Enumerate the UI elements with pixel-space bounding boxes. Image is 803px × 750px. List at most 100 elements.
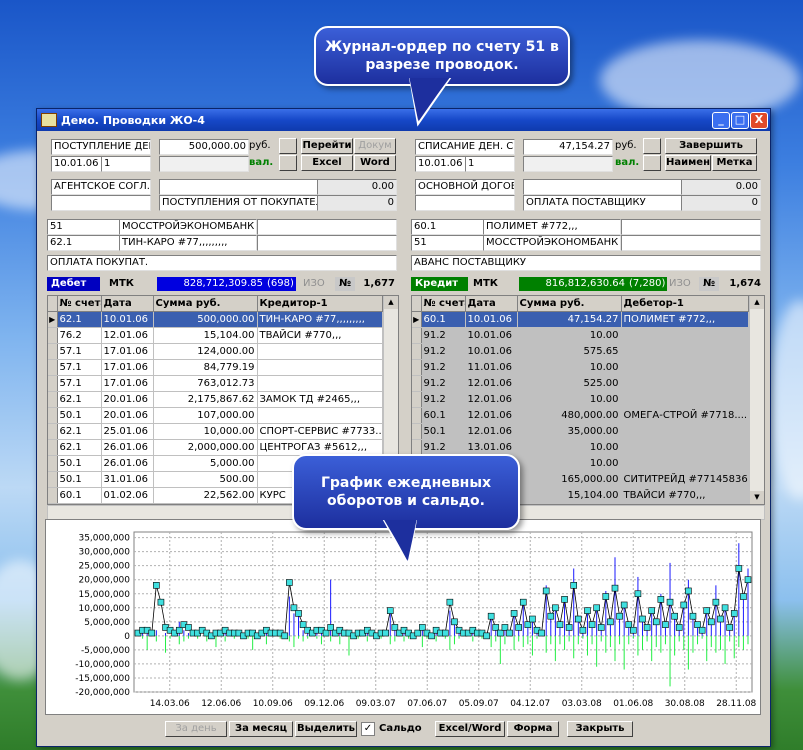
right-table-row[interactable]: 60.1 12.01.06 480,000.00 ОМЕГА-СТРОЙ #7718.…: [412, 407, 749, 424]
close-window-button[interactable]: Закрыть: [567, 721, 633, 737]
left-table-row[interactable]: 57.1 17.01.06 84,779.19: [48, 359, 383, 376]
right-cell[interactable]: 15,104.00: [517, 487, 622, 504]
left-cell[interactable]: 5,000.00: [153, 455, 258, 472]
excel-button[interactable]: Excel: [301, 155, 353, 171]
right-cell[interactable]: 91.2: [421, 359, 466, 376]
left-cell[interactable]: 84,779.19: [153, 359, 258, 376]
left-col-date[interactable]: Дата: [101, 296, 154, 312]
left-cell[interactable]: 62.1: [57, 311, 102, 328]
left-toggle-1[interactable]: [279, 138, 297, 154]
left-col-creditor[interactable]: Кредитор-1: [257, 296, 383, 312]
right-purpose[interactable]: ОПЛАТА ПОСТАВЩИКУ: [523, 195, 683, 211]
right-cell[interactable]: 91.2: [421, 343, 466, 360]
left-acc2[interactable]: 62.1: [47, 235, 121, 251]
left-contract-extra[interactable]: [159, 179, 319, 195]
left-cell[interactable]: 107,000.00: [153, 407, 258, 424]
right-cell[interactable]: 10.00: [517, 455, 622, 472]
right-scroll-down-icon[interactable]: ▼: [750, 491, 764, 504]
left-cell[interactable]: [257, 359, 383, 376]
right-cell[interactable]: 575.65: [517, 343, 622, 360]
right-cell[interactable]: [621, 391, 749, 408]
by-day-button[interactable]: За день: [165, 721, 227, 737]
right-table-row[interactable]: 91.2 10.01.06 575.65: [412, 343, 749, 360]
right-cell[interactable]: [621, 359, 749, 376]
right-cell[interactable]: 12.01.06: [465, 407, 518, 424]
right-doc-num[interactable]: 1: [465, 156, 515, 172]
left-cell[interactable]: 20.01.06: [101, 407, 154, 424]
left-purpose[interactable]: ПОСТУПЛЕНИЯ ОТ ПОКУПАТЕЛ: [159, 195, 319, 211]
right-table-row[interactable]: 91.2 10.01.06 10.00: [412, 327, 749, 344]
select-button[interactable]: Выделить: [295, 721, 357, 737]
right-cell[interactable]: 480,000.00: [517, 407, 622, 424]
left-table-row[interactable]: 50.1 20.01.06 107,000.00: [48, 407, 383, 424]
left-scroll-up-icon[interactable]: ▲: [384, 296, 398, 309]
right-cell[interactable]: 525.00: [517, 375, 622, 392]
left-cell[interactable]: 62.1: [57, 391, 102, 408]
left-amount[interactable]: 500,000.00: [159, 139, 249, 155]
left-cell[interactable]: 31.01.06: [101, 471, 154, 488]
right-acc2-extra[interactable]: [621, 235, 761, 251]
right-num-val2[interactable]: 0: [681, 195, 761, 211]
right-cell[interactable]: [621, 343, 749, 360]
name-button[interactable]: Наимен: [665, 155, 711, 171]
right-cell[interactable]: 10.00: [517, 327, 622, 344]
left-cell[interactable]: [257, 375, 383, 392]
left-cell[interactable]: 15,104.00: [153, 327, 258, 344]
left-cell[interactable]: 2,175,867.62: [153, 391, 258, 408]
right-cell[interactable]: 60.1: [421, 311, 466, 328]
left-cell[interactable]: ТВАЙСИ #770,,,: [257, 327, 383, 344]
right-table-row[interactable]: 91.2 11.01.06 10.00: [412, 359, 749, 376]
right-table-row[interactable]: 50.1 12.01.06 35,000.00: [412, 423, 749, 440]
right-contract-2[interactable]: [415, 195, 515, 211]
left-table-row[interactable]: ▶ 62.1 10.01.06 500,000.00 ТИН-КАРО #77,,,,,…: [48, 311, 383, 328]
saldo-checkbox[interactable]: ✓: [361, 722, 375, 736]
right-contract[interactable]: ОСНОВНОЙ ДОГОВО: [415, 179, 515, 195]
left-doc-num[interactable]: 1: [101, 156, 151, 172]
by-month-button[interactable]: За месяц: [229, 721, 293, 737]
left-cell[interactable]: 25.01.06: [101, 423, 154, 440]
right-cell[interactable]: 91.2: [421, 327, 466, 344]
word-button[interactable]: Word: [354, 155, 396, 171]
right-doc-type[interactable]: СПИСАНИЕ ДЕН. СР: [415, 139, 515, 155]
right-num-val1[interactable]: 0.00: [681, 179, 761, 195]
right-scroll-up-icon[interactable]: ▲: [750, 296, 764, 309]
right-cell[interactable]: [621, 423, 749, 440]
left-cell[interactable]: 60.1: [57, 487, 102, 504]
left-cell[interactable]: ТИН-КАРО #77,,,,,,,,,: [257, 311, 383, 328]
maximize-button[interactable]: □: [731, 112, 749, 129]
left-toggle-2[interactable]: [279, 155, 297, 171]
goto-button[interactable]: Перейти: [301, 138, 353, 154]
left-col-account[interactable]: № счета: [57, 296, 102, 312]
left-cell[interactable]: 22,562.00: [153, 487, 258, 504]
left-cell[interactable]: [257, 407, 383, 424]
right-cell[interactable]: 11.01.06: [465, 359, 518, 376]
left-cell[interactable]: 57.1: [57, 359, 102, 376]
right-cell[interactable]: 47,154.27: [517, 311, 622, 328]
right-cell[interactable]: 10.00: [517, 439, 622, 456]
finish-button[interactable]: Завершить: [665, 138, 757, 154]
right-cell[interactable]: 12.01.06: [465, 423, 518, 440]
right-acc1-extra[interactable]: [621, 219, 761, 235]
right-contract-extra[interactable]: [523, 179, 683, 195]
right-cell[interactable]: 91.2: [421, 391, 466, 408]
left-val-field[interactable]: [159, 156, 249, 172]
left-cell[interactable]: 2,000,000.00: [153, 439, 258, 456]
left-cell[interactable]: 26.01.06: [101, 439, 154, 456]
right-table-row[interactable]: 91.2 12.01.06 10.00: [412, 391, 749, 408]
mark-button[interactable]: Метка: [712, 155, 757, 171]
right-cell[interactable]: 50.1: [421, 423, 466, 440]
left-cell[interactable]: 10.01.06: [101, 311, 154, 328]
right-table-row[interactable]: 91.2 12.01.06 525.00: [412, 375, 749, 392]
minimize-button[interactable]: _: [712, 112, 730, 129]
left-cell[interactable]: СПОРТ-СЕРВИС #7733.......: [257, 423, 383, 440]
left-cell[interactable]: 50.1: [57, 455, 102, 472]
left-table-row[interactable]: 57.1 17.01.06 124,000.00: [48, 343, 383, 360]
right-cell[interactable]: 10.01.06: [465, 343, 518, 360]
close-button[interactable]: X: [750, 112, 768, 129]
left-acc1-name[interactable]: МОССТРОЙЭКОНОМБАНК: [119, 219, 257, 235]
left-cell[interactable]: 50.1: [57, 471, 102, 488]
right-col-debtor[interactable]: Дебетор-1: [621, 296, 749, 312]
right-cell[interactable]: 10.01.06: [465, 327, 518, 344]
right-cell[interactable]: ПОЛИМЕТ #772,,,: [621, 311, 749, 328]
left-note[interactable]: ОПЛАТА ПОКУПАТ.: [47, 255, 397, 271]
